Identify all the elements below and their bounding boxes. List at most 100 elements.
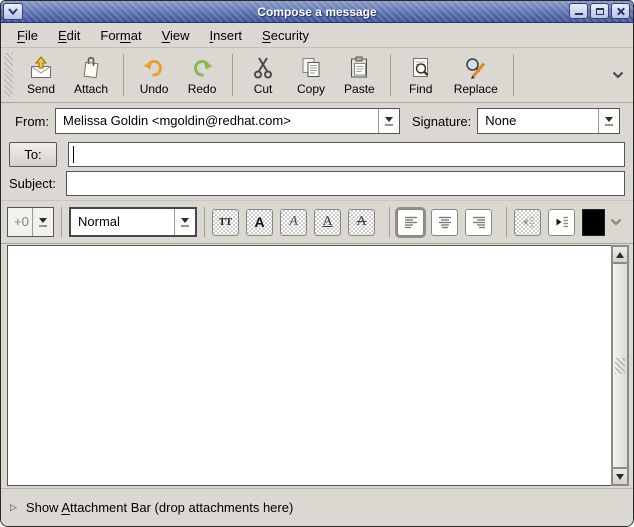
typewriter-button[interactable]: TT — [212, 209, 239, 236]
indent-icon — [554, 214, 570, 230]
toolbar-separator — [123, 54, 124, 96]
chevron-down-icon[interactable] — [598, 109, 619, 133]
chevron-down-icon[interactable] — [378, 109, 399, 133]
formatbar-overflow-button[interactable] — [605, 218, 627, 226]
toolbar-drag-handle[interactable] — [4, 53, 13, 97]
copy-button[interactable]: Copy — [287, 52, 335, 98]
strikethrough-icon: A — [356, 214, 366, 230]
paste-label: Paste — [344, 82, 375, 96]
text-color-swatch[interactable] — [582, 209, 605, 236]
chevron-down-icon[interactable] — [32, 208, 53, 236]
find-label: Find — [409, 82, 432, 96]
paste-button[interactable]: Paste — [335, 52, 384, 98]
bold-button[interactable]: A — [246, 209, 273, 236]
scrollbar-thumb[interactable] — [612, 263, 628, 468]
italic-button[interactable]: A — [280, 209, 307, 236]
thumb-grip-icon — [615, 358, 625, 374]
send-button[interactable]: Send — [17, 52, 65, 98]
scroll-down-button[interactable] — [612, 468, 628, 485]
replace-button[interactable]: Replace — [445, 52, 507, 98]
close-icon — [616, 7, 625, 16]
undo-label: Undo — [140, 82, 169, 96]
redo-label: Redo — [188, 82, 217, 96]
redo-button[interactable]: Redo — [178, 52, 226, 98]
format-toolbar: +0 Normal TT A A A A — [1, 200, 633, 244]
font-size-value: +0 — [8, 208, 32, 236]
unindent-icon — [520, 214, 536, 230]
align-right-button[interactable] — [465, 209, 492, 236]
align-left-button[interactable] — [397, 209, 424, 236]
arrow-up-icon — [616, 252, 624, 258]
scrollbar-trough[interactable] — [612, 263, 628, 468]
menu-file[interactable]: File — [9, 25, 46, 46]
replace-icon — [464, 55, 488, 81]
indent-button[interactable] — [548, 209, 575, 236]
find-icon — [409, 55, 433, 81]
menu-bar: File Edit Format View Insert Security — [1, 23, 633, 48]
redo-icon — [190, 55, 214, 81]
arrow-down-icon — [616, 474, 624, 480]
underline-icon: A — [322, 214, 332, 230]
underline-button[interactable]: A — [314, 209, 341, 236]
undo-icon — [142, 55, 166, 81]
attach-button[interactable]: Attach — [65, 52, 117, 98]
to-row: To: — [1, 139, 633, 169]
scroll-up-button[interactable] — [612, 246, 628, 263]
paragraph-style-value: Normal — [71, 209, 174, 235]
maximize-icon — [596, 8, 604, 15]
attach-icon — [79, 55, 103, 81]
cut-button[interactable]: Cut — [239, 52, 287, 98]
attachment-bar-toggle[interactable]: ▷ Show Attachment Bar (drop attachments … — [1, 488, 633, 526]
message-body-area — [1, 244, 633, 488]
menu-view[interactable]: View — [154, 25, 198, 46]
format-separator — [61, 207, 62, 237]
chevron-down-icon — [612, 71, 624, 79]
signature-combobox[interactable]: None — [477, 108, 620, 134]
message-body-editor[interactable] — [7, 245, 611, 486]
align-left-icon — [403, 214, 419, 230]
from-row: From: Melissa Goldin <mgoldin@redhat.com… — [1, 103, 633, 139]
from-value: Melissa Goldin <mgoldin@redhat.com> — [56, 109, 378, 133]
close-button[interactable] — [611, 3, 630, 19]
send-label: Send — [27, 82, 55, 96]
strikethrough-button[interactable]: A — [348, 209, 375, 236]
titlebar[interactable]: Compose a message — [1, 1, 633, 23]
window-controls — [569, 3, 630, 19]
to-entry[interactable] — [68, 142, 625, 167]
toolbar-separator — [513, 54, 514, 96]
vertical-scrollbar[interactable] — [611, 245, 629, 486]
subject-entry[interactable] — [66, 171, 625, 196]
replace-label: Replace — [454, 82, 498, 96]
menu-edit[interactable]: Edit — [50, 25, 88, 46]
maximize-button[interactable] — [590, 3, 609, 19]
menu-format[interactable]: Format — [92, 25, 149, 46]
to-input[interactable] — [69, 143, 624, 166]
disclosure-triangle-icon: ▷ — [10, 502, 17, 513]
to-button[interactable]: To: — [9, 142, 57, 167]
toolbar-overflow-button[interactable] — [607, 71, 629, 79]
toolbar-separator — [232, 54, 233, 96]
from-label: From: — [9, 114, 55, 129]
menu-security[interactable]: Security — [254, 25, 317, 46]
align-center-button[interactable] — [431, 209, 458, 236]
unindent-button[interactable] — [514, 209, 541, 236]
send-icon — [29, 55, 53, 81]
undo-button[interactable]: Undo — [130, 52, 178, 98]
subject-input[interactable] — [67, 172, 624, 195]
chevron-down-icon[interactable] — [174, 209, 195, 235]
minimize-button[interactable] — [569, 3, 588, 19]
from-combobox[interactable]: Melissa Goldin <mgoldin@redhat.com> — [55, 108, 400, 134]
paragraph-style-combo[interactable]: Normal — [69, 207, 197, 237]
attachment-bar-label: Show Attachment Bar (drop attachments he… — [26, 500, 293, 515]
text-caret — [73, 146, 74, 163]
align-center-icon — [437, 214, 453, 230]
format-separator — [204, 207, 205, 237]
menu-insert[interactable]: Insert — [202, 25, 251, 46]
font-size-combo[interactable]: +0 — [7, 207, 54, 237]
attach-label: Attach — [74, 82, 108, 96]
find-button[interactable]: Find — [397, 52, 445, 98]
format-separator — [389, 207, 390, 237]
typewriter-icon: TT — [219, 217, 232, 228]
toolbar-separator — [390, 54, 391, 96]
paste-icon — [347, 55, 371, 81]
